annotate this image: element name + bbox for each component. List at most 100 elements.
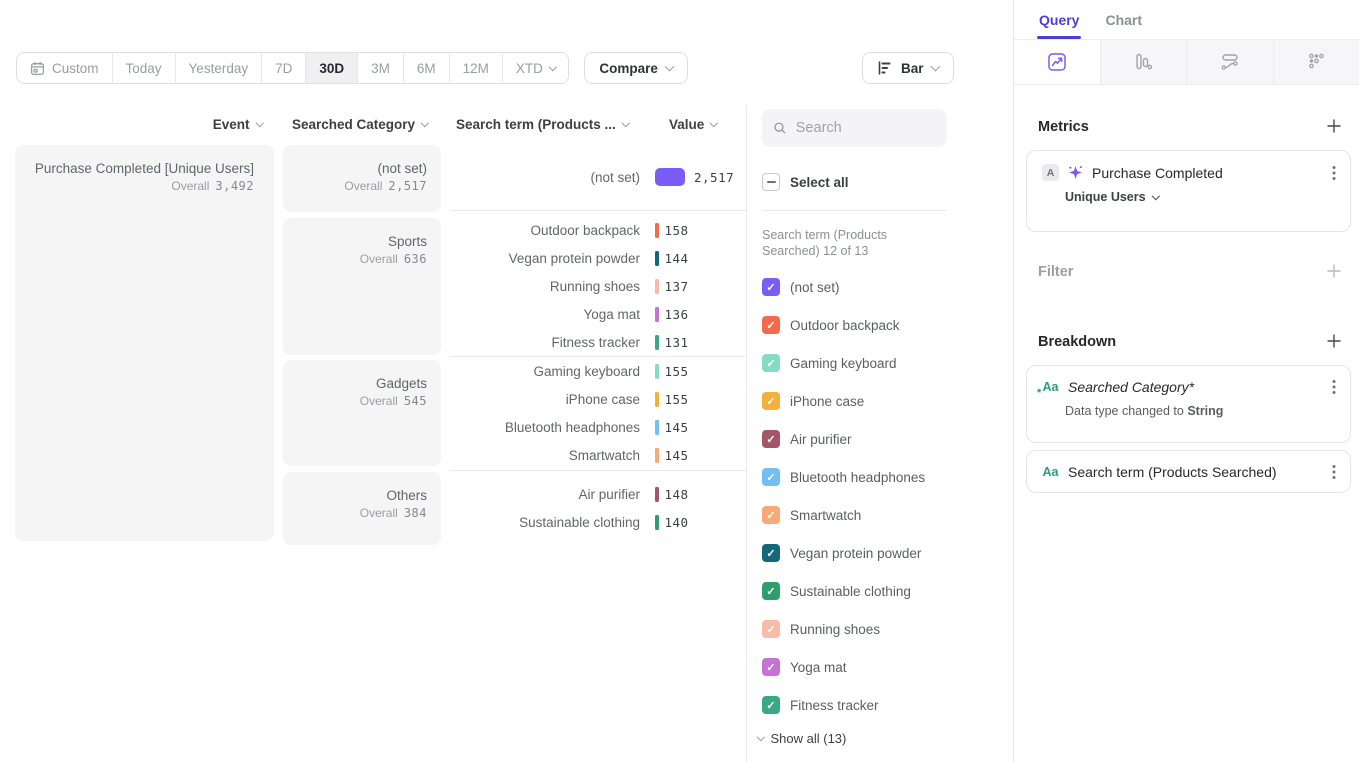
value-bar[interactable] [655, 223, 659, 238]
checkbox-checked-icon[interactable] [762, 354, 780, 372]
note-text: Data type changed to String [1065, 404, 1223, 418]
column-header-search-term[interactable]: Search term (Products ... [456, 117, 628, 132]
event-overall: Overall3,492 [15, 179, 254, 193]
date-range-3m[interactable]: 3M [357, 53, 403, 83]
checkbox-checked-icon[interactable] [762, 620, 780, 638]
search-term-label: Fitness tracker [450, 335, 640, 350]
checkbox-checked-icon[interactable] [762, 544, 780, 562]
category-card[interactable]: (not set)Overall2,517 [283, 145, 441, 212]
indeterminate-checkbox-icon[interactable] [762, 173, 780, 191]
search-term-row: Air purifier148 [450, 480, 746, 508]
add-metric-button[interactable] [1326, 118, 1342, 134]
add-breakdown-button[interactable] [1326, 333, 1342, 349]
legend-item[interactable]: Smartwatch [762, 506, 925, 524]
checkbox-checked-icon[interactable] [762, 658, 780, 676]
legend-item[interactable]: Running shoes [762, 620, 925, 638]
date-range-custom[interactable]: Custom [17, 53, 112, 83]
value-bar[interactable] [655, 448, 659, 463]
tab-segmentation[interactable] [1273, 40, 1359, 84]
date-range-today[interactable]: Today [112, 53, 175, 83]
category-card[interactable]: OthersOverall384 [283, 472, 441, 545]
overall-value: 545 [404, 394, 427, 408]
legend-item[interactable]: Sustainable clothing [762, 582, 925, 600]
legend-item[interactable]: Gaming keyboard [762, 354, 925, 372]
show-all-toggle[interactable]: Show all (13) [758, 731, 846, 746]
breakdown-note: Data type changed to String [1027, 395, 1350, 418]
checkbox-checked-icon[interactable] [762, 696, 780, 714]
report-canvas: CustomTodayYesterday7D30D3M6M12MXTD Comp… [0, 0, 1013, 762]
value-text: 155 [665, 392, 689, 407]
checkbox-checked-icon[interactable] [762, 506, 780, 524]
legend-item-label: Yoga mat [790, 660, 847, 675]
legend-item[interactable]: Air purifier [762, 430, 925, 448]
legend-item[interactable]: (not set) [762, 278, 925, 296]
metric-card-row: A Purchase Completed [1027, 151, 1350, 181]
legend-item[interactable]: iPhone case [762, 392, 925, 410]
add-filter-button[interactable] [1326, 263, 1342, 279]
breakdown-card-row: Aa* Searched Category* [1027, 366, 1350, 395]
legend-item[interactable]: Outdoor backpack [762, 316, 925, 334]
overall-value: 3,492 [215, 179, 254, 193]
legend-search[interactable] [762, 109, 947, 147]
search-term-label: Smartwatch [450, 448, 640, 463]
value-bar[interactable] [655, 168, 685, 186]
chart-style-dropdown[interactable]: Bar [862, 52, 954, 84]
note-value: String [1187, 404, 1223, 418]
metric-options-button[interactable] [1332, 165, 1336, 181]
tab-chart[interactable]: Chart [1105, 0, 1142, 39]
breakdown-card-searched-category[interactable]: Aa* Searched Category* Data type changed… [1026, 365, 1351, 443]
search-input[interactable] [796, 120, 936, 136]
checkbox-checked-icon[interactable] [762, 392, 780, 410]
event-card[interactable]: Purchase Completed [Unique Users] Overal… [15, 145, 274, 541]
breakdown-options-button[interactable] [1332, 464, 1336, 480]
date-range-12m[interactable]: 12M [449, 53, 502, 83]
compare-button[interactable]: Compare [584, 52, 688, 84]
value-bar[interactable] [655, 515, 659, 530]
date-range-30d[interactable]: 30D [305, 53, 357, 83]
plus-icon [1326, 118, 1342, 134]
search-icon [773, 120, 787, 136]
aggregation-selector[interactable]: Unique Users [1027, 181, 1350, 204]
legend-item[interactable]: Fitness tracker [762, 696, 925, 714]
value-bar[interactable] [655, 251, 659, 266]
column-header-event[interactable]: Event [15, 117, 262, 132]
search-term-row: Running shoes137 [450, 272, 746, 300]
checkbox-checked-icon[interactable] [762, 278, 780, 296]
overall-value: 636 [404, 252, 427, 266]
legend-item[interactable]: Vegan protein powder [762, 544, 925, 562]
column-header-searched-category[interactable]: Searched Category [292, 117, 428, 132]
legend-item-label: Sustainable clothing [790, 584, 911, 599]
value-bar[interactable] [655, 487, 659, 502]
value-bar[interactable] [655, 307, 659, 322]
checkbox-checked-icon[interactable] [762, 468, 780, 486]
value-bar[interactable] [655, 364, 659, 379]
category-overall: Overall545 [283, 394, 427, 408]
checkbox-checked-icon[interactable] [762, 316, 780, 334]
category-card[interactable]: GadgetsOverall545 [283, 360, 441, 466]
tab-flow-chart[interactable] [1186, 40, 1273, 84]
date-range-xtd[interactable]: XTD [502, 53, 569, 83]
checkbox-checked-icon[interactable] [762, 582, 780, 600]
category-name: Gadgets [283, 375, 427, 393]
value-bar[interactable] [655, 279, 659, 294]
breakdown-options-button[interactable] [1332, 379, 1336, 395]
metric-card[interactable]: A Purchase Completed Unique Users [1026, 150, 1351, 232]
value-bar[interactable] [655, 420, 659, 435]
value-bar[interactable] [655, 335, 659, 350]
tab-insights-chart[interactable] [1014, 40, 1100, 84]
category-card[interactable]: SportsOverall636 [283, 218, 441, 355]
date-range-7d[interactable]: 7D [261, 53, 305, 83]
tab-query[interactable]: Query [1039, 0, 1079, 39]
tab-bar-chart[interactable] [1100, 40, 1187, 84]
breakdown-card-search-term[interactable]: Aa Search term (Products Searched) [1026, 450, 1351, 493]
select-all-row[interactable]: Select all [762, 173, 849, 191]
legend-item[interactable]: Yoga mat [762, 658, 925, 676]
column-header-value[interactable]: Value [669, 117, 717, 132]
column-header-label: Event [213, 117, 250, 132]
value-bar[interactable] [655, 392, 659, 407]
date-range-6m[interactable]: 6M [403, 53, 449, 83]
date-range-yesterday[interactable]: Yesterday [175, 53, 262, 83]
checkbox-checked-icon[interactable] [762, 430, 780, 448]
overall-label: Overall [360, 252, 398, 266]
legend-item[interactable]: Bluetooth headphones [762, 468, 925, 486]
